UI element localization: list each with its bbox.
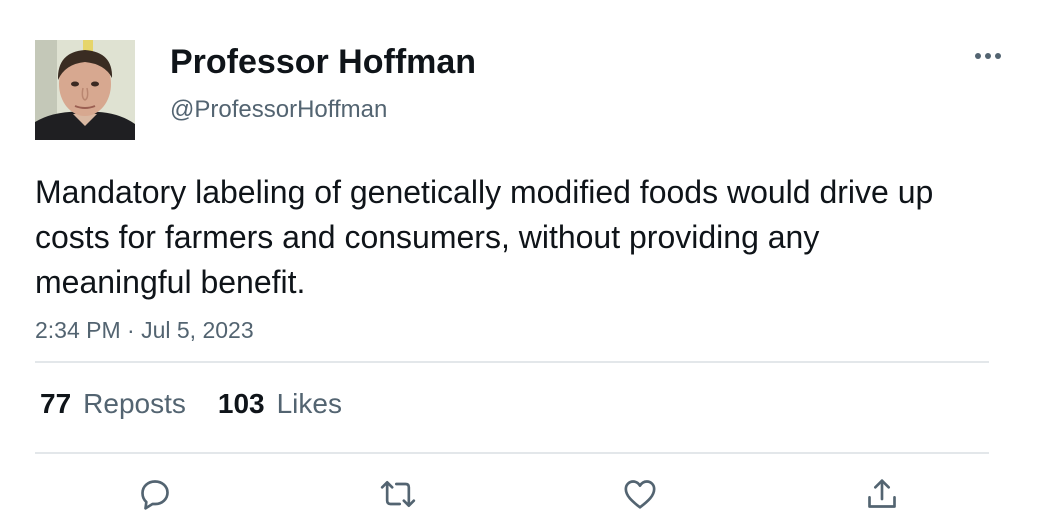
- heart-icon: [624, 480, 656, 509]
- reposts-label: Reposts: [83, 388, 186, 419]
- share-button[interactable]: [860, 472, 904, 516]
- likes-stat[interactable]: 103 Likes: [218, 388, 342, 420]
- reply-icon: [141, 480, 169, 510]
- tweet-text: Mandatory labeling of genetically modifi…: [35, 174, 934, 300]
- repost-button[interactable]: [376, 472, 420, 516]
- share-icon: [868, 479, 896, 508]
- reply-button[interactable]: [133, 472, 177, 516]
- likes-count: 103: [217, 388, 265, 419]
- reposts-count: 77: [40, 388, 72, 419]
- repost-icon: [380, 481, 416, 507]
- tweet-stats: 77 Reposts 103 Likes: [40, 386, 374, 422]
- like-button[interactable]: [618, 472, 662, 516]
- reposts-stat[interactable]: 77 Reposts: [40, 388, 186, 420]
- tweet-timestamp[interactable]: 2:34 PM · Jul 5, 2023: [35, 315, 254, 345]
- divider: [35, 361, 989, 363]
- divider: [35, 452, 989, 454]
- author-display-name[interactable]: Professor Hoffman: [170, 42, 476, 82]
- likes-label: Likes: [276, 388, 342, 419]
- author-handle[interactable]: @ProfessorHoffman: [170, 96, 387, 124]
- more-button[interactable]: [968, 40, 1008, 72]
- avatar[interactable]: [35, 40, 135, 140]
- more-horizontal-icon: [975, 53, 1001, 59]
